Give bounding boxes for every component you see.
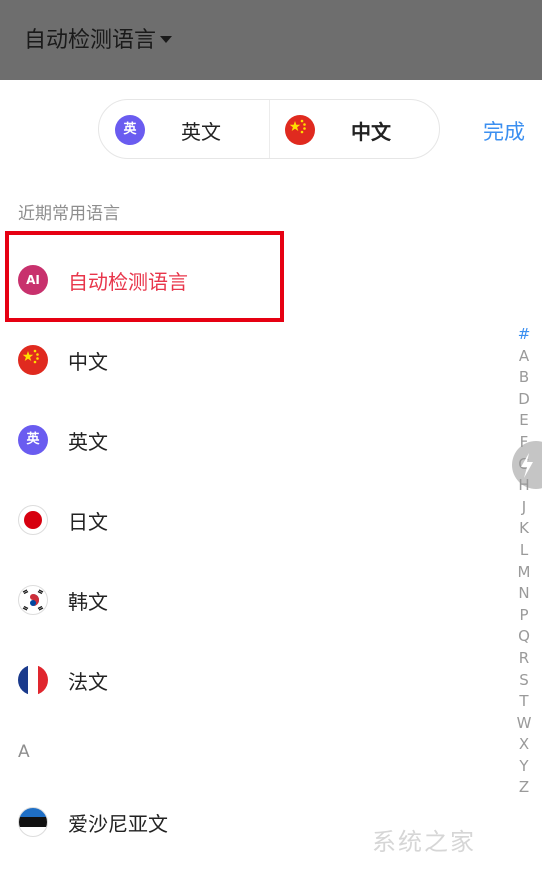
estonia-flag-icon xyxy=(18,807,48,837)
index-letter[interactable]: N xyxy=(512,583,536,605)
language-item-english[interactable]: 英 英文 xyxy=(0,400,500,480)
index-letter[interactable]: # xyxy=(512,324,536,346)
korea-flag-icon xyxy=(18,585,48,615)
language-item-japanese[interactable]: 日文 xyxy=(0,480,500,560)
index-letter[interactable]: M xyxy=(512,562,536,584)
index-letter[interactable]: P xyxy=(512,605,536,627)
language-name: 中文 xyxy=(68,350,108,374)
china-flag-icon xyxy=(285,115,315,145)
index-letter[interactable]: D xyxy=(512,389,536,411)
topbar-title: 自动检测语言 xyxy=(24,28,157,53)
top-bar: 自动检测语言 xyxy=(0,0,542,80)
china-flag-icon xyxy=(18,345,48,375)
language-item-korean[interactable]: 韩文 xyxy=(0,560,500,640)
watermark-logo: 系统之家 xyxy=(372,828,476,856)
index-letter[interactable]: X xyxy=(512,734,536,756)
target-language-label: 中文 xyxy=(351,120,391,144)
highlight-annotation-box xyxy=(5,231,284,322)
alphabet-index-bar[interactable]: # A B D E F G H J K L M N P Q R S T W X … xyxy=(512,324,536,799)
english-badge-icon: 英 xyxy=(115,115,145,145)
index-letter[interactable]: L xyxy=(512,540,536,562)
target-language-button[interactable]: 中文 xyxy=(270,100,440,158)
index-letter[interactable]: B xyxy=(512,367,536,389)
recent-languages-header: 近期常用语言 xyxy=(18,204,120,224)
source-language-button[interactable]: 英 英文 xyxy=(99,100,269,158)
index-letter[interactable]: Y xyxy=(512,756,536,778)
language-name: 法文 xyxy=(68,670,108,694)
english-badge-icon: 英 xyxy=(18,425,48,455)
language-mode-dropdown[interactable]: 自动检测语言 xyxy=(24,22,173,54)
index-letter[interactable]: J xyxy=(512,497,536,519)
language-name: 日文 xyxy=(68,510,108,534)
index-letter[interactable]: Q xyxy=(512,626,536,648)
language-name: 英文 xyxy=(68,430,108,454)
japan-flag-icon xyxy=(18,505,48,535)
language-switcher: 英 英文 中文 xyxy=(98,99,440,159)
index-letter[interactable]: K xyxy=(512,518,536,540)
index-letter[interactable]: T xyxy=(512,691,536,713)
floating-assistant-handle[interactable] xyxy=(512,441,542,489)
done-button[interactable]: 完成 xyxy=(483,116,525,146)
index-letter[interactable]: E xyxy=(512,410,536,432)
index-letter[interactable]: W xyxy=(512,713,536,735)
language-name: 韩文 xyxy=(68,590,108,614)
language-name: 爱沙尼亚文 xyxy=(68,812,168,836)
chevron-down-icon xyxy=(160,35,173,43)
index-letter[interactable]: Z xyxy=(512,777,536,799)
language-item-chinese[interactable]: 中文 xyxy=(0,320,500,400)
section-header-a: A xyxy=(18,742,30,762)
index-letter[interactable]: S xyxy=(512,670,536,692)
source-language-label: 英文 xyxy=(181,120,221,144)
index-letter[interactable]: R xyxy=(512,648,536,670)
france-flag-icon xyxy=(18,665,48,695)
language-item-french[interactable]: 法文 xyxy=(0,640,500,720)
index-letter[interactable]: A xyxy=(512,346,536,368)
